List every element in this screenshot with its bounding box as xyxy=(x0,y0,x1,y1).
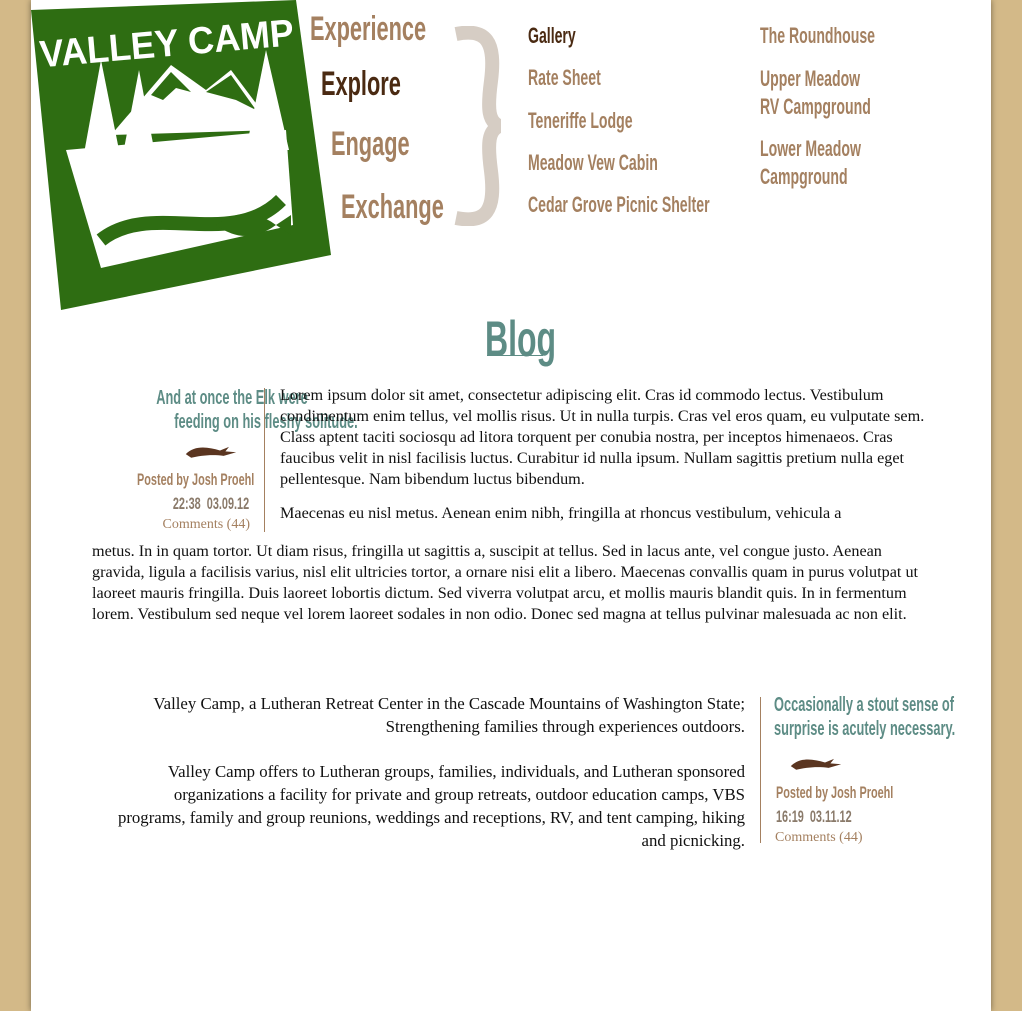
elk-icon xyxy=(790,758,842,770)
nav-experience-label: Experience xyxy=(310,10,427,48)
post2-meta: Occasionally a stout sense of surprise i… xyxy=(774,693,1022,741)
post1-divider xyxy=(264,388,265,532)
valley-camp-logo[interactable]: VALLEY CAMP xyxy=(31,0,331,310)
blog-title: Blog xyxy=(485,311,557,367)
elk-icon xyxy=(185,446,237,458)
post1-posted-by: Posted by Josh Proehl xyxy=(71,470,254,490)
about-section: Valley Camp, a Lutheran Retreat Center i… xyxy=(111,692,745,874)
post2-divider xyxy=(760,697,761,843)
about-paragraph2: Valley Camp offers to Lutheran groups, f… xyxy=(117,762,745,850)
post1-meta: And at once the Elk were feeding on his … xyxy=(71,386,358,434)
about-paragraph1: Valley Camp, a Lutheran Retreat Center i… xyxy=(153,694,745,736)
subnav-the-roundhouse-label: The Roundhouse xyxy=(760,23,875,48)
nav-exchange-label: Exchange xyxy=(341,188,444,226)
post1-comments-link[interactable]: Comments (44) xyxy=(71,517,251,533)
subnav-meadow-vew-cabin[interactable]: Meadow Vew Cabin xyxy=(528,149,731,177)
subnav-rate-sheet-label: Rate Sheet xyxy=(528,65,601,90)
post2-posted-prefix: Posted by xyxy=(776,783,828,802)
post1-paragraph1: Lorem ipsum dolor sit amet, consectetur … xyxy=(280,386,925,488)
post2-time: 16:19 xyxy=(776,807,804,826)
blog-title-underline xyxy=(487,355,543,356)
nav-explore[interactable]: Explore xyxy=(321,65,446,104)
subnav-upper-meadow-rv[interactable]: Upper Meadow RV Campground xyxy=(760,65,933,121)
post1-datetime: 22:38 03.09.12 xyxy=(71,494,249,514)
nav-engage[interactable]: Engage xyxy=(331,125,454,164)
brace-divider xyxy=(454,26,501,226)
post1-date: 03.09.12 xyxy=(206,494,249,513)
subnav-gallery-label: Gallery xyxy=(528,23,576,48)
subnav-meadow-vew-cabin-label: Meadow Vew Cabin xyxy=(528,150,658,175)
subnav-the-roundhouse[interactable]: The Roundhouse xyxy=(760,22,940,50)
subnav-upper-meadow-line2: RV Campground xyxy=(760,94,871,119)
post1-quote: And at once the Elk were feeding on his … xyxy=(156,387,358,433)
subnav-teneriffe-lodge-label: Teneriffe Lodge xyxy=(528,108,633,133)
subnav-rate-sheet[interactable]: Rate Sheet xyxy=(528,64,642,92)
subnav-lower-meadow-line2: Campground xyxy=(760,164,848,189)
post2-byline: Posted by Josh Proehl xyxy=(776,783,959,803)
post1-byline: Posted by Josh Proehl xyxy=(71,470,254,490)
subnav-teneriffe-lodge[interactable]: Teneriffe Lodge xyxy=(528,107,691,135)
post1-time: 22:38 xyxy=(172,494,201,513)
post2-date: 03.11.12 xyxy=(809,807,852,826)
subnav-cedar-grove-label: Cedar Grove Picnic Shelter xyxy=(528,192,710,217)
post1-paragraph2-start: Maecenas eu nisl metus. Aenean enim nibh… xyxy=(280,504,842,522)
subnav-gallery[interactable]: Gallery xyxy=(528,22,603,50)
post2-quote: Occasionally a stout sense of surprise i… xyxy=(774,694,956,740)
post1-author[interactable]: Josh Proehl xyxy=(192,470,254,489)
nav-engage-label: Engage xyxy=(331,125,410,163)
subnav-upper-meadow-line1: Upper Meadow xyxy=(760,66,861,91)
subnav-lower-meadow[interactable]: Lower Meadow Campground xyxy=(760,135,918,191)
post1-paragraph2-rest: metus. In in quam tortor. Ut diam risus,… xyxy=(92,542,919,623)
post1-posted-prefix: Posted by xyxy=(136,470,189,489)
nav-explore-label: Explore xyxy=(321,65,401,103)
post2-author[interactable]: Josh Proehl xyxy=(831,783,893,802)
page: VALLEY CAMP Experience Explore Engage Ex… xyxy=(31,0,991,1011)
subnav-cedar-grove-picnic-shelter[interactable]: Cedar Grove Picnic Shelter xyxy=(528,191,812,219)
post2-comments-link[interactable]: Comments (44) xyxy=(775,830,863,846)
subnav-lower-meadow-line1: Lower Meadow xyxy=(760,136,861,161)
post2-datetime: 16:19 03.11.12 xyxy=(776,807,894,827)
